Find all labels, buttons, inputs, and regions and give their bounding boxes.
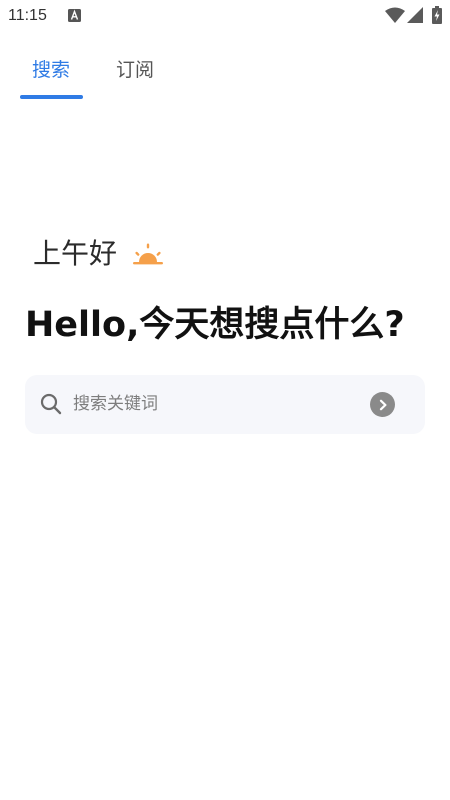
search-input[interactable] <box>73 390 353 418</box>
greeting-text: 上午好 <box>33 237 118 270</box>
search-icon <box>40 393 62 415</box>
active-tab-indicator <box>20 95 83 99</box>
chevron-right-icon <box>379 399 386 410</box>
sunrise-icon <box>133 243 164 265</box>
wifi-icon <box>385 7 405 23</box>
status-time: 11:15 <box>8 7 47 24</box>
search-box[interactable] <box>25 375 425 434</box>
status-bar: 11:15 <box>0 0 450 32</box>
app-a-icon <box>68 9 81 22</box>
battery-charging-icon <box>432 6 442 24</box>
headline: Hello,今天想搜点什么? <box>25 305 405 345</box>
screen: 11:15 搜索 订阅 上午好 Hello,今天想搜点什么? 搜索关键词 <box>0 0 450 800</box>
search-submit-button[interactable] <box>370 392 395 417</box>
tab-search[interactable]: 搜索 <box>32 58 70 82</box>
signal-icon <box>407 7 423 23</box>
greeting: 上午好 <box>33 236 165 272</box>
tab-bar: 搜索 订阅 <box>0 48 450 100</box>
tab-subscribe[interactable]: 订阅 <box>116 58 154 82</box>
